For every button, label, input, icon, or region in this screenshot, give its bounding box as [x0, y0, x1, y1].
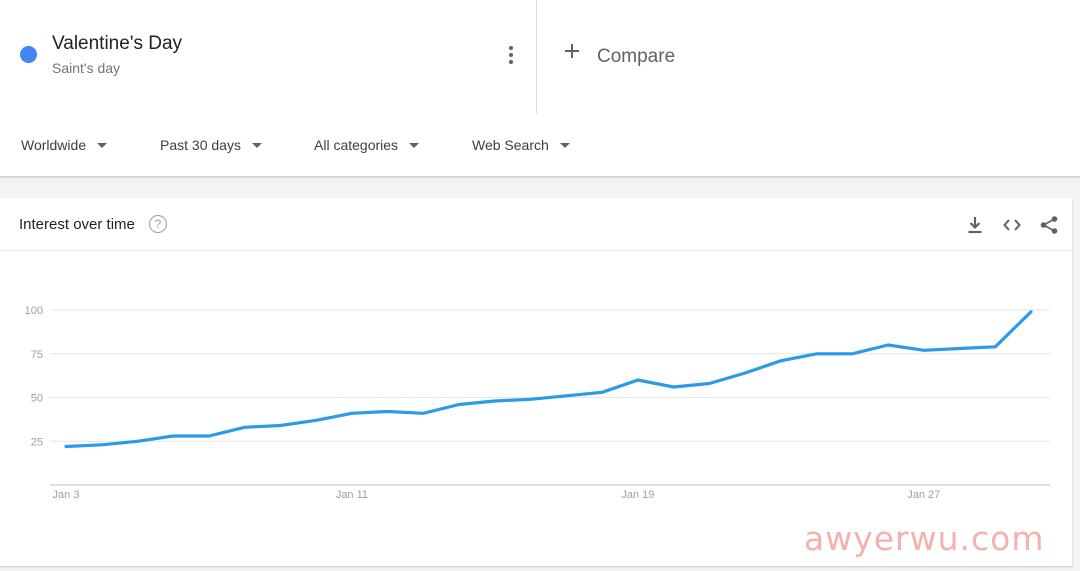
y-tick-label-50: 50 [31, 393, 43, 405]
term-bar: Valentine's Day Saint's day Compare [0, 0, 1080, 115]
period-label: Past 30 days [160, 137, 241, 153]
panel-title: Interest over time [19, 216, 135, 233]
term-name: Valentine's Day [52, 33, 183, 54]
more-options-icon[interactable] [498, 40, 524, 70]
series-line [64, 310, 1033, 449]
category-dropdown[interactable]: All categories [314, 137, 420, 153]
x-tick-label: Jan 11 [336, 489, 368, 501]
y-tick-label-25: 25 [31, 436, 43, 448]
interest-line-chart: 25 50 75 100 Jan 3 Jan 11 Jan 19 Jan 27 [25, 305, 1050, 501]
compare-button[interactable]: Compare [537, 0, 1080, 114]
y-tick-label-75: 75 [31, 349, 43, 361]
search-type-dropdown[interactable]: Web Search [472, 137, 570, 153]
x-tick-label: Jan 3 [53, 489, 80, 501]
category-label: All categories [314, 137, 399, 153]
search-term-card[interactable]: Valentine's Day Saint's day [0, 0, 537, 114]
plus-icon [565, 44, 579, 58]
share-icon[interactable] [1038, 214, 1060, 236]
y-tick-label-100: 100 [25, 305, 43, 317]
term-type: Saint's day [52, 60, 121, 76]
filter-bar: Worldwide Past 30 days All categories We… [0, 114, 1080, 178]
download-icon[interactable] [964, 214, 986, 236]
compare-label: Compare [597, 46, 676, 67]
caret-down-icon [409, 142, 420, 148]
caret-down-icon [97, 142, 108, 148]
embed-code-icon[interactable] [1001, 214, 1023, 236]
x-tick-label: Jan 27 [907, 489, 940, 501]
caret-down-icon [559, 142, 570, 148]
search-type-label: Web Search [472, 137, 549, 153]
panel-header: Interest over time ? [0, 198, 1072, 251]
caret-down-icon [251, 142, 262, 148]
help-icon[interactable]: ? [149, 215, 167, 233]
period-dropdown[interactable]: Past 30 days [160, 137, 262, 153]
region-dropdown[interactable]: Worldwide [21, 137, 108, 153]
x-tick-label: Jan 19 [621, 489, 654, 501]
term-color-dot [20, 46, 37, 63]
watermark: awyerwu.com [804, 519, 1045, 558]
region-label: Worldwide [21, 137, 87, 153]
interest-over-time-panel: Interest over time ? 25 50 75 100 Jan 3 Jan 1… [0, 198, 1072, 566]
